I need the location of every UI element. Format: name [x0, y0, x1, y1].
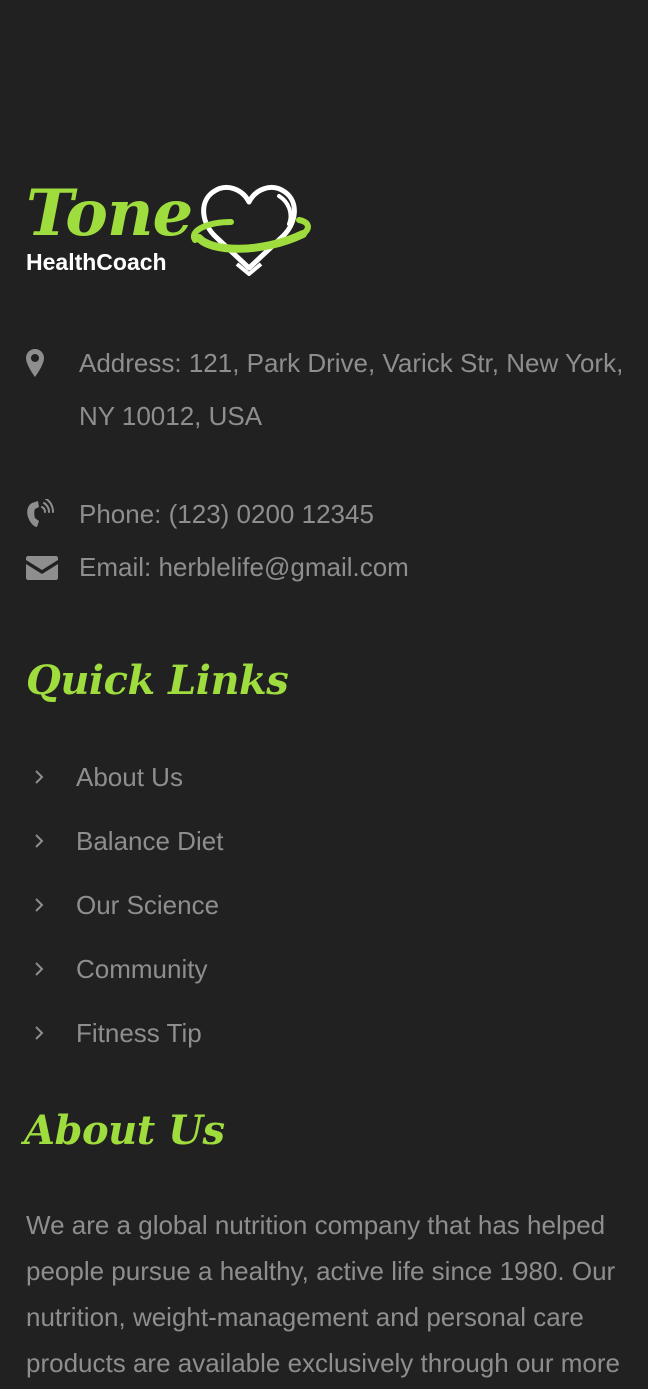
link-label: Community: [76, 954, 208, 984]
chevron-right-icon: [35, 962, 44, 976]
chevron-right-icon: [35, 834, 44, 848]
contact-phone: Phone: (123) 0200 12345: [26, 488, 641, 541]
envelope-icon: [26, 553, 60, 583]
contact-email: Email: herblelife@gmail.com: [26, 541, 641, 594]
about-us-text: We are a global nutrition company that h…: [26, 1210, 620, 1378]
chevron-right-icon: [35, 898, 44, 912]
quick-link-fitness-tip[interactable]: Fitness Tip: [26, 1001, 626, 1065]
heart-logo-icon: [191, 185, 311, 276]
logo-tagline: HealthCoach: [26, 249, 167, 275]
link-label: Our Science: [76, 890, 220, 920]
quick-link-balance-diet[interactable]: Balance Diet: [26, 809, 626, 873]
quick-links-heading: Quick Links: [26, 657, 289, 704]
phone-volume-icon: [26, 498, 60, 530]
chevron-right-icon: [35, 770, 44, 784]
quick-link-about-us[interactable]: About Us: [26, 745, 626, 809]
logo-wordmark: Tone: [26, 176, 193, 251]
email-text[interactable]: Email: herblelife@gmail.com: [79, 541, 641, 594]
link-label: Balance Diet: [76, 826, 224, 856]
quick-link-community[interactable]: Community: [26, 937, 626, 1001]
brand-logo[interactable]: Tone HealthCoach: [26, 178, 316, 278]
link-label: About Us: [76, 762, 183, 792]
chevron-right-icon: [35, 1026, 44, 1040]
site-footer: Tone HealthCoach Address: 121, Park Driv…: [0, 0, 648, 1389]
quick-link-our-science[interactable]: Our Science: [26, 873, 626, 937]
link-label: Fitness Tip: [76, 1018, 202, 1048]
about-us-heading: About Us: [24, 1107, 225, 1154]
contact-address: Address: 121, Park Drive, Varick Str, Ne…: [26, 337, 641, 443]
map-marker-icon: [26, 347, 60, 379]
address-text: Address: 121, Park Drive, Varick Str, Ne…: [79, 348, 624, 431]
quick-links-list: About Us Balance Diet Our Science Commun…: [26, 745, 626, 1065]
phone-text[interactable]: Phone: (123) 0200 12345: [79, 488, 641, 541]
